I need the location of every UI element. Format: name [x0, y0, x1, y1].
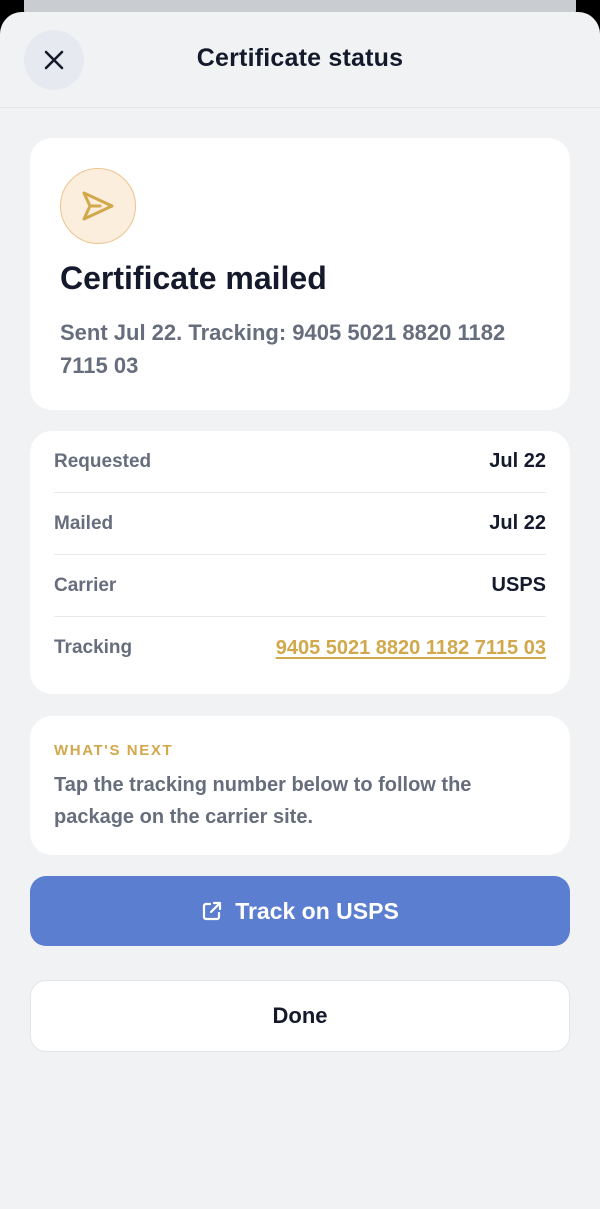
status-subtitle: Sent Jul 22. Tracking: 9405 5021 8820 11… — [60, 320, 506, 378]
tracking-number-link[interactable]: 9405 5021 8820 1182 7115 03 — [276, 637, 546, 660]
status-sheet: Certificate status Certificate mailed Se… — [0, 12, 600, 1209]
track-on-usps-button[interactable]: Track on USPS — [30, 876, 570, 946]
detail-label: Requested — [54, 450, 152, 472]
status-title: Certificate mailed — [60, 260, 327, 296]
done-button-label: Done — [272, 1003, 328, 1028]
detail-value: USPS — [491, 574, 546, 596]
track-button-label: Track on USPS — [235, 897, 399, 924]
detail-label: Tracking — [54, 637, 133, 658]
external-link-icon — [203, 901, 222, 921]
detail-value: Jul 22 — [489, 450, 546, 472]
details-card: Requested Jul 22 Mailed Jul 22 Carrier U… — [30, 431, 570, 694]
detail-value: Jul 22 — [489, 512, 546, 534]
paper-plane-icon — [60, 168, 136, 244]
detail-row-carrier: Carrier USPS — [54, 555, 546, 617]
done-button[interactable]: Done — [30, 980, 570, 1052]
sheet-header: Certificate status — [0, 12, 600, 108]
page-title: Certificate status — [196, 44, 404, 72]
detail-label: Carrier — [54, 574, 117, 596]
whats-next-card: WHAT'S NEXT Tap the tracking number belo… — [30, 716, 570, 855]
whats-next-body: Tap the tracking number below to follow … — [54, 774, 472, 828]
detail-row-tracking: Tracking 9405 5021 8820 1182 7115 03 — [54, 617, 546, 679]
status-card: Certificate mailed Sent Jul 22. Tracking… — [30, 138, 570, 410]
detail-row-requested: Requested Jul 22 — [54, 431, 546, 493]
detail-row-mailed: Mailed Jul 22 — [54, 493, 546, 555]
whats-next-title: WHAT'S NEXT — [54, 742, 174, 759]
detail-label: Mailed — [54, 512, 114, 534]
